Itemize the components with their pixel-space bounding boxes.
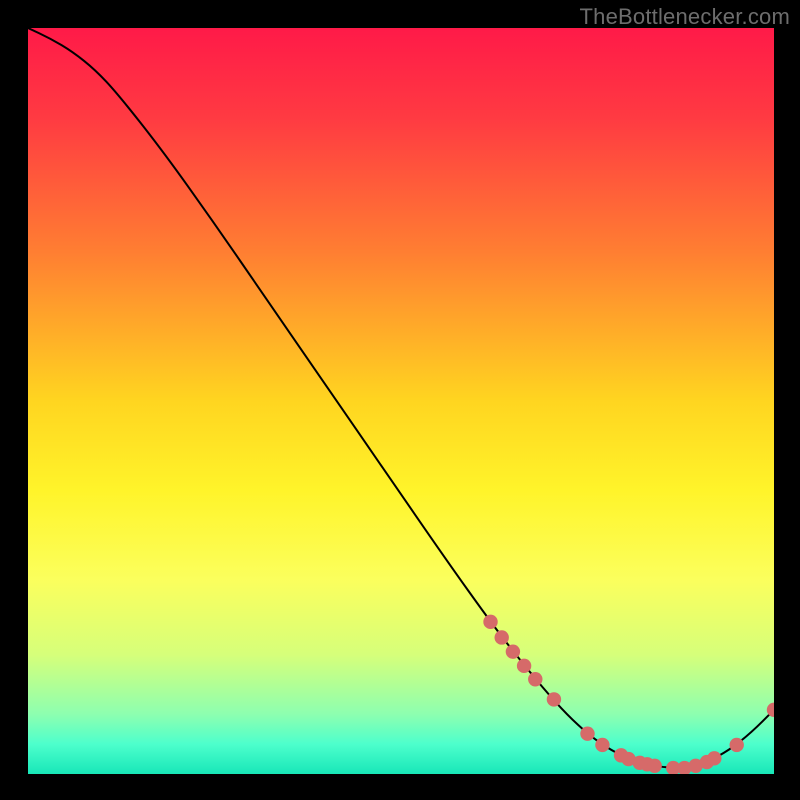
data-marker xyxy=(730,738,744,752)
data-marker xyxy=(707,751,721,765)
data-marker xyxy=(580,727,594,741)
data-marker xyxy=(483,615,497,629)
data-marker xyxy=(647,759,661,773)
chart-stage: TheBottlenecker.com xyxy=(0,0,800,800)
plot-area xyxy=(28,28,774,774)
chart-svg xyxy=(28,28,774,774)
data-marker xyxy=(506,644,520,658)
gradient-background xyxy=(28,28,774,774)
data-marker xyxy=(495,630,509,644)
data-marker xyxy=(517,659,531,673)
data-marker xyxy=(528,672,542,686)
data-marker xyxy=(547,692,561,706)
watermark-text: TheBottlenecker.com xyxy=(580,4,790,30)
data-marker xyxy=(595,738,609,752)
